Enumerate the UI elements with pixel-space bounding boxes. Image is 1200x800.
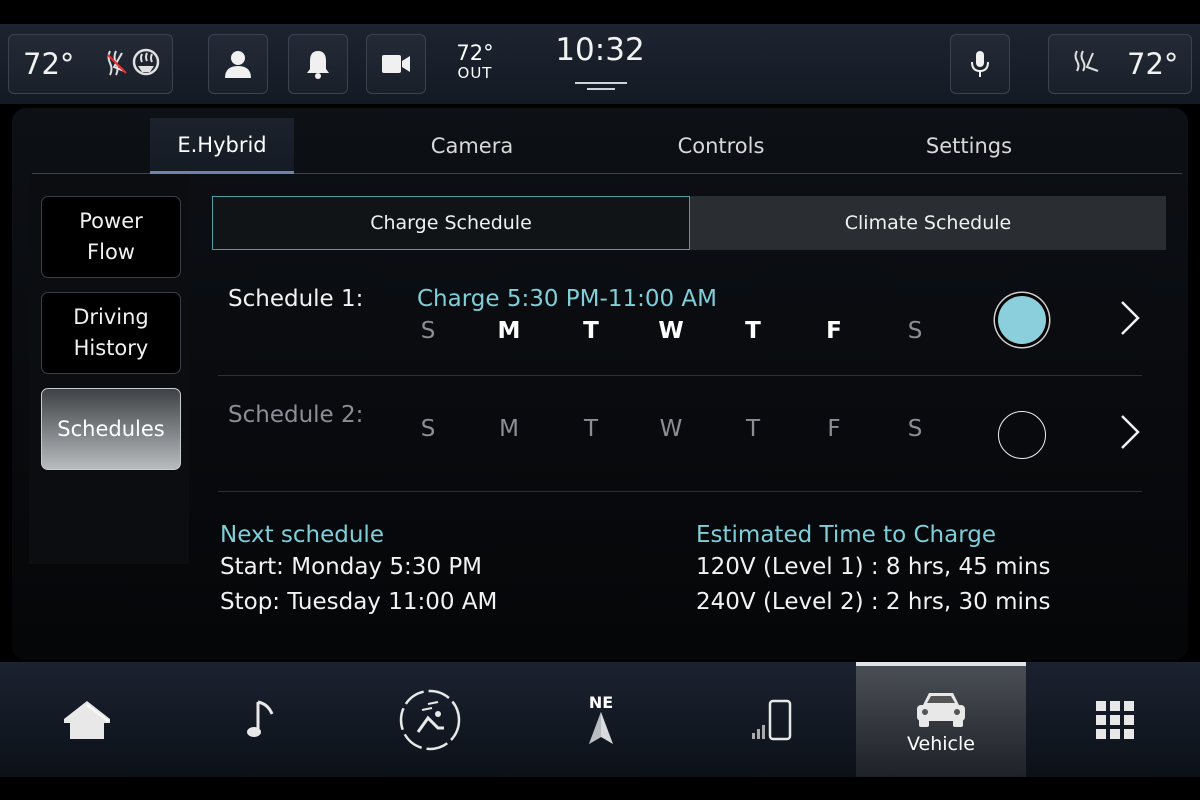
nav-vehicle-label: Vehicle xyxy=(907,732,975,755)
passenger-temp: 72° xyxy=(1127,47,1179,81)
day-sunday: S xyxy=(420,416,436,442)
outside-temp-label: OUT xyxy=(457,64,493,82)
pull-down-handle[interactable] xyxy=(575,82,627,84)
car-icon xyxy=(917,692,965,727)
day-thursday: T xyxy=(745,318,761,344)
microphone-icon xyxy=(971,51,989,77)
sidebar-item-schedules[interactable]: Schedules xyxy=(41,388,181,470)
side-navigation: Power Flow Driving History Schedules xyxy=(29,174,189,564)
day-tuesday: T xyxy=(583,416,599,442)
day-monday: M xyxy=(499,416,519,442)
home-icon xyxy=(64,700,110,739)
schedule-label: Schedule 2: xyxy=(228,402,364,428)
schedule-row-1[interactable]: Schedule 1: Charge 5:30 PM-11:00 AM S M … xyxy=(218,260,1142,376)
day-tuesday: T xyxy=(583,318,599,344)
sidebar-item-power-flow[interactable]: Power Flow xyxy=(41,196,181,278)
next-schedule-stop: Stop: Tuesday 11:00 AM xyxy=(220,589,498,615)
next-schedule-start: Start: Monday 5:30 PM xyxy=(220,554,483,580)
tab-controls[interactable]: Controls xyxy=(621,118,821,174)
driver-climate-button[interactable]: 72° xyxy=(8,34,173,94)
pull-down-handle-line xyxy=(587,88,615,90)
user-icon xyxy=(225,51,251,78)
schedule-row-2[interactable]: Schedule 2: S M T W T F S xyxy=(218,376,1142,492)
charge-schedule-button[interactable]: Charge Schedule xyxy=(212,196,690,250)
driver-temp: 72° xyxy=(23,47,75,81)
day-wednesday: W xyxy=(658,318,684,344)
chevron-right-icon[interactable] xyxy=(1118,412,1142,452)
sidebar-item-driving-history[interactable]: Driving History xyxy=(41,292,181,374)
music-note-icon xyxy=(247,700,274,737)
outside-temperature: 72° OUT xyxy=(440,42,510,82)
heated-seat-steering-icon xyxy=(100,45,164,83)
schedule-enable-toggle[interactable] xyxy=(998,411,1046,459)
climate-seat-icon xyxy=(399,689,461,750)
phone-signal-icon xyxy=(752,699,792,740)
climate-schedule-button[interactable]: Climate Schedule xyxy=(690,196,1166,250)
next-schedule-title: Next schedule xyxy=(220,522,384,548)
outside-temp-value: 72° xyxy=(456,41,494,65)
schedule-time: Charge 5:30 PM-11:00 AM xyxy=(417,286,717,312)
day-friday: F xyxy=(826,318,842,344)
passenger-climate-button[interactable]: 72° xyxy=(1048,34,1192,94)
next-schedule-info: Next schedule Start: Monday 5:30 PM Stop… xyxy=(220,520,497,620)
top-tabs: E.Hybrid Camera Controls Settings xyxy=(32,118,1182,174)
day-monday: M xyxy=(497,318,521,344)
nav-vehicle[interactable]: Vehicle xyxy=(856,662,1026,777)
schedule-days: S M T W T F S xyxy=(408,318,938,358)
schedule-days: S M T W T F S xyxy=(408,416,938,456)
schedule-label: Schedule 1: xyxy=(228,286,364,312)
nav-media[interactable] xyxy=(176,662,346,777)
video-camera-icon xyxy=(382,55,410,73)
camera-button[interactable] xyxy=(366,34,426,94)
chevron-right-icon[interactable] xyxy=(1118,298,1142,338)
heated-seat-icon xyxy=(1071,47,1101,81)
nav-navigation[interactable]: NE xyxy=(516,662,686,777)
bell-icon xyxy=(307,51,329,79)
estimate-level-2: 240V (Level 2) : 2 hrs, 30 mins xyxy=(696,589,1051,615)
day-saturday: S xyxy=(907,318,923,344)
compass-heading: NE xyxy=(588,692,614,712)
day-sunday: S xyxy=(420,318,436,344)
main-panel: E.Hybrid Camera Controls Settings Power … xyxy=(12,108,1188,660)
status-bar: 72° 72° OUT 10:32 72° xyxy=(0,24,1200,104)
voice-button[interactable] xyxy=(950,34,1010,94)
day-friday: F xyxy=(827,416,841,442)
estimate-level-1: 120V (Level 1) : 8 hrs, 45 mins xyxy=(696,554,1051,580)
day-saturday: S xyxy=(907,416,923,442)
estimate-title: Estimated Time to Charge xyxy=(696,522,997,548)
tab-camera[interactable]: Camera xyxy=(372,118,572,174)
clock: 10:32 xyxy=(555,32,645,68)
notifications-button[interactable] xyxy=(288,34,348,94)
compass-arrow-icon xyxy=(589,711,613,744)
profile-button[interactable] xyxy=(208,34,268,94)
nav-phone[interactable] xyxy=(688,662,858,777)
bottom-navigation: NE Vehicle xyxy=(0,662,1200,777)
nav-home[interactable] xyxy=(2,662,172,777)
day-thursday: T xyxy=(745,416,761,442)
schedule-enable-toggle[interactable] xyxy=(998,296,1046,344)
nav-climate[interactable] xyxy=(345,662,515,777)
charge-time-estimate: Estimated Time to Charge 120V (Level 1) … xyxy=(696,520,1050,620)
tab-settings[interactable]: Settings xyxy=(869,118,1069,174)
tab-ehybrid[interactable]: E.Hybrid xyxy=(150,118,294,174)
day-wednesday: W xyxy=(659,416,683,442)
nav-apps[interactable] xyxy=(1030,662,1200,777)
apps-grid-icon xyxy=(1096,700,1134,739)
schedule-type-switch: Charge Schedule Climate Schedule xyxy=(212,196,1166,250)
